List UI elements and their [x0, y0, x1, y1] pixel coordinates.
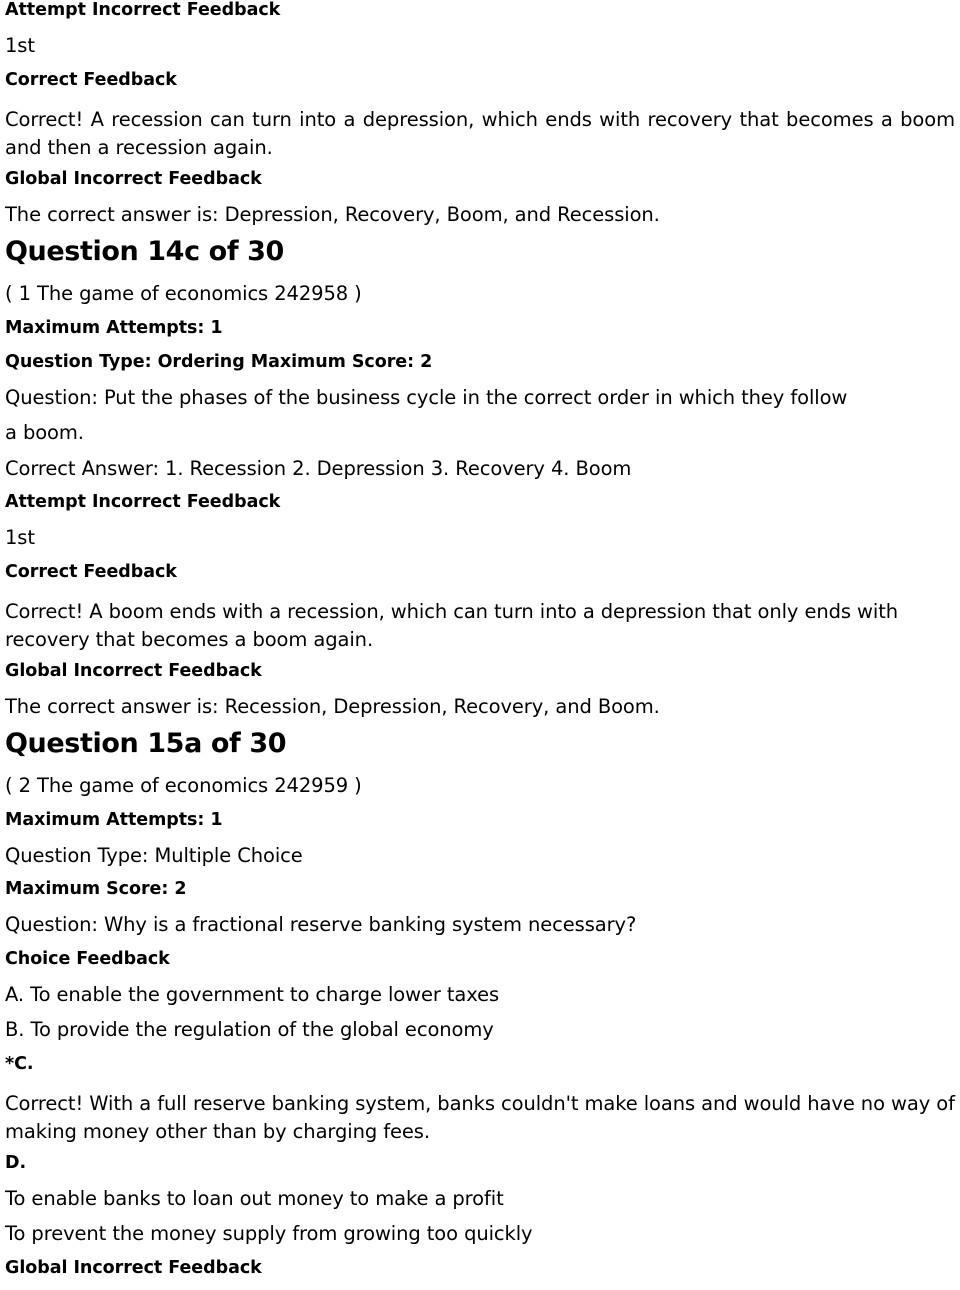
correct-feedback-label-1: Correct Feedback — [5, 69, 177, 90]
global-incorrect-feedback-text-1: The correct answer is: Depression, Recov… — [5, 202, 660, 226]
question-15a-maximum-score: Maximum Score: 2 — [5, 879, 187, 899]
question-14c-prompt-line-1: Question: Put the phases of the business… — [5, 385, 848, 409]
question-15a-source: ( 2 The game of economics 242959 ) — [5, 774, 362, 797]
question-14c-type-and-score: Question Type: Ordering Maximum Score: 2 — [5, 351, 433, 372]
choice-option-d-text: To enable banks to loan out money to mak… — [5, 1186, 504, 1210]
choice-option-c-marker: *C. — [5, 1053, 34, 1074]
correct-feedback-label-2: Correct Feedback — [5, 561, 177, 582]
global-incorrect-feedback-text-2: The correct answer is: Recession, Depres… — [5, 694, 660, 718]
choice-feedback-label: Choice Feedback — [5, 948, 170, 969]
question-14c-source: ( 1 The game of economics 242958 ) — [5, 282, 362, 305]
question-15a-maximum-attempts: Maximum Attempts: 1 — [5, 809, 223, 830]
page-title-question-14c: Question 14c of 30 — [5, 236, 284, 267]
attempt-incorrect-feedback-label-2: Attempt Incorrect Feedback — [5, 492, 281, 512]
global-incorrect-feedback-label-1: Global Incorrect Feedback — [5, 168, 262, 189]
attempt-ordinal-2: 1st — [5, 526, 35, 549]
question-15a-type: Question Type: Multiple Choice — [5, 843, 303, 867]
question-14c-prompt-line-2: a boom. — [5, 421, 84, 444]
attempt-incorrect-feedback-label-1: Attempt Incorrect Feedback — [5, 0, 281, 20]
global-incorrect-feedback-label-2: Global Incorrect Feedback — [5, 660, 262, 681]
choice-option-b: B. To provide the regulation of the glob… — [5, 1018, 494, 1041]
question-14c-maximum-attempts: Maximum Attempts: 1 — [5, 317, 223, 338]
question-14c-correct-answer: Correct Answer: 1. Recession 2. Depressi… — [5, 456, 632, 480]
choice-option-d-marker: D. — [5, 1152, 27, 1173]
choice-option-e-text: To prevent the money supply from growing… — [5, 1222, 533, 1245]
question-15a-prompt: Question: Why is a fractional reserve ba… — [5, 913, 637, 936]
correct-feedback-text-1: Correct! A recession can turn into a dep… — [5, 107, 955, 159]
choice-option-c-feedback: Correct! With a full reserve banking sys… — [5, 1091, 955, 1143]
document-page: Attempt Incorrect Feedback 1st Correct F… — [0, 0, 960, 1290]
choice-option-a: A. To enable the government to charge lo… — [5, 982, 500, 1006]
page-title-question-15a: Question 15a of 30 — [5, 728, 287, 759]
correct-feedback-text-2: Correct! A boom ends with a recession, w… — [5, 599, 899, 651]
global-incorrect-feedback-label-3: Global Incorrect Feedback — [5, 1257, 262, 1278]
attempt-ordinal-1: 1st — [5, 34, 35, 57]
